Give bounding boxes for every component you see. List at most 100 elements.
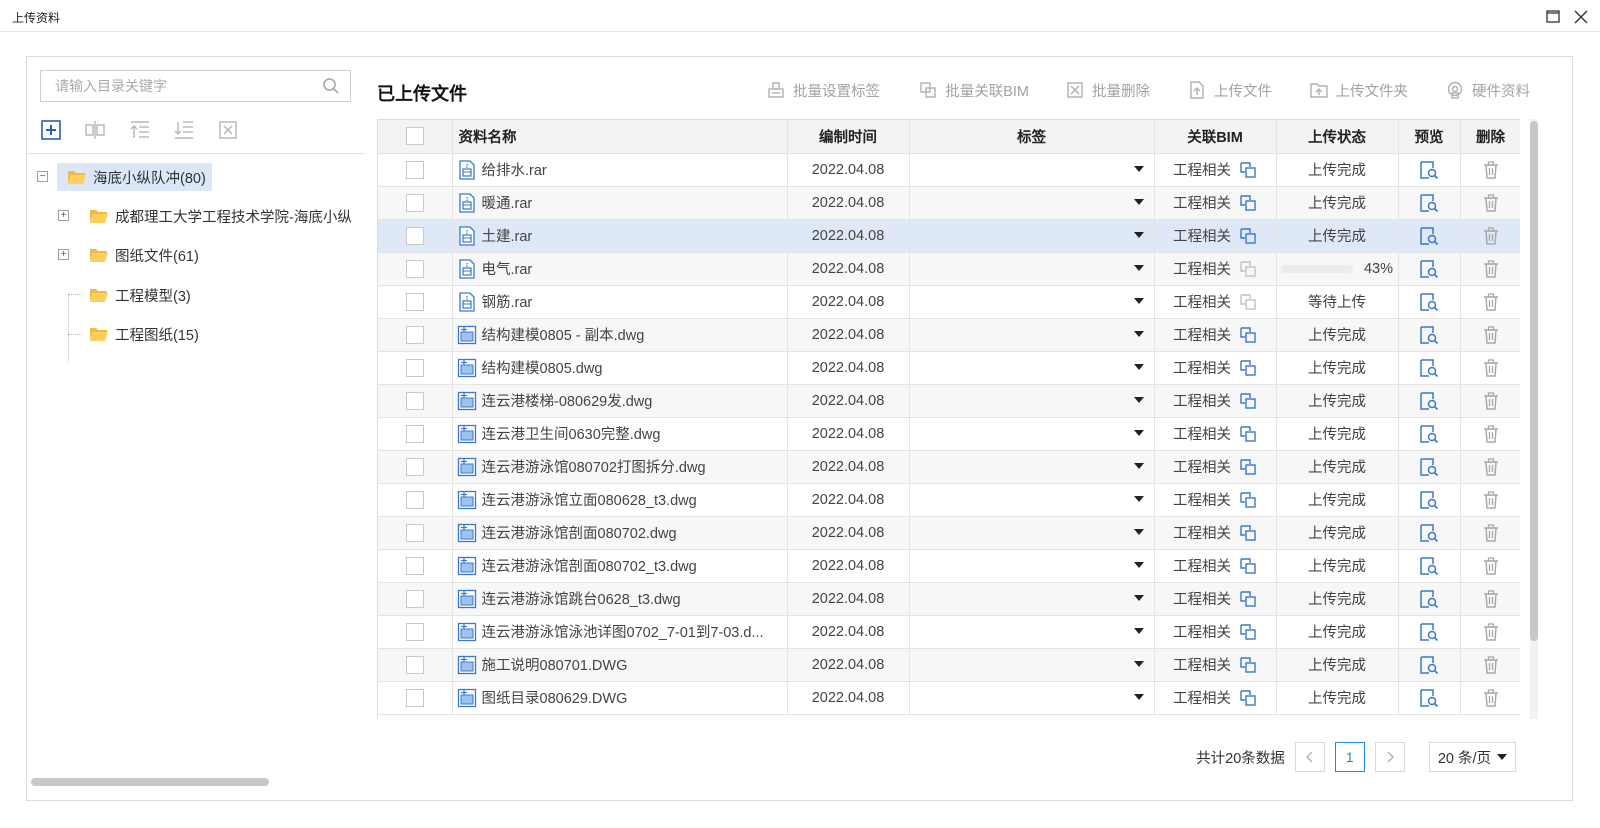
table-row[interactable]: 连云港游泳馆立面080628_t3.dwg 2022.04.08 工程相关 上传完成 (378, 483, 1520, 517)
caret-down-icon[interactable] (1133, 429, 1144, 436)
hardware-data-button[interactable]: 硬件资料 (1446, 77, 1530, 103)
trash-icon[interactable] (1481, 688, 1501, 708)
table-row[interactable]: 图纸目录080629.DWG 2022.04.08 工程相关 上传完成 (378, 681, 1520, 715)
tag-select[interactable] (909, 483, 1155, 517)
row-checkbox[interactable] (405, 391, 424, 410)
rename-icon[interactable] (84, 119, 106, 141)
tag-select[interactable] (909, 582, 1155, 616)
column-header-bim[interactable]: 关联BIM (1154, 120, 1277, 154)
table-row[interactable]: 电气.rar 2022.04.08 工程相关 43% (378, 252, 1520, 286)
trash-icon[interactable] (1481, 160, 1501, 180)
tag-select[interactable] (909, 648, 1155, 682)
tree-node-root[interactable]: 海底小纵队冲(80) (57, 163, 212, 191)
table-row[interactable]: 连云港楼梯-080629发.dwg 2022.04.08 工程相关 上传完成 (378, 384, 1520, 418)
link-bim-icon[interactable] (1239, 161, 1257, 179)
preview-icon[interactable] (1419, 589, 1439, 609)
table-row[interactable]: 钢筋.rar 2022.04.08 工程相关 等待上传 (378, 285, 1520, 319)
preview-icon[interactable] (1419, 160, 1439, 180)
trash-icon[interactable] (1481, 391, 1501, 411)
page-size-select[interactable]: 20 条/页 (1428, 742, 1516, 772)
caret-down-icon[interactable] (1133, 528, 1144, 535)
preview-icon[interactable] (1419, 655, 1439, 675)
tree-node-child[interactable]: 成都理工大学工程技术学院-海底小纵 (89, 202, 352, 230)
table-row[interactable]: 结构建模0805 - 副本.dwg 2022.04.08 工程相关 上传完成 (378, 318, 1520, 352)
batch-delete-button[interactable]: 批量删除 (1066, 77, 1150, 103)
tag-select[interactable] (909, 252, 1155, 286)
table-row[interactable]: 结构建模0805.dwg 2022.04.08 工程相关 上传完成 (378, 351, 1520, 385)
add-folder-icon[interactable] (40, 119, 62, 141)
preview-icon[interactable] (1419, 490, 1439, 510)
trash-icon[interactable] (1481, 622, 1501, 642)
batch-tag-button[interactable]: 批量设置标签 (767, 77, 880, 103)
link-bim-icon[interactable] (1239, 425, 1257, 443)
table-row[interactable]: 施工说明080701.DWG 2022.04.08 工程相关 上传完成 (378, 648, 1520, 682)
preview-icon[interactable] (1419, 556, 1439, 576)
row-checkbox[interactable] (405, 655, 424, 674)
preview-icon[interactable] (1419, 457, 1439, 477)
preview-icon[interactable] (1419, 622, 1439, 642)
trash-icon[interactable] (1481, 457, 1501, 477)
caret-down-icon[interactable] (1133, 165, 1144, 172)
link-bim-icon[interactable] (1239, 260, 1257, 278)
caret-down-icon[interactable] (1133, 561, 1144, 568)
upload-folder-button[interactable]: 上传文件夹 (1309, 77, 1408, 103)
row-checkbox[interactable] (405, 523, 424, 542)
tag-select[interactable] (909, 186, 1155, 220)
caret-down-icon[interactable] (1133, 231, 1144, 238)
tag-select[interactable] (909, 516, 1155, 550)
directory-search-input[interactable] (41, 71, 311, 101)
trash-icon[interactable] (1481, 325, 1501, 345)
link-bim-icon[interactable] (1239, 227, 1257, 245)
row-checkbox[interactable] (405, 556, 424, 575)
trash-icon[interactable] (1481, 556, 1501, 576)
link-bim-icon[interactable] (1239, 458, 1257, 476)
close-icon[interactable] (1570, 6, 1592, 28)
column-header-delete[interactable]: 删除 (1460, 120, 1520, 154)
column-header-tag[interactable]: 标签 (909, 120, 1155, 154)
preview-icon[interactable] (1419, 424, 1439, 444)
preview-icon[interactable] (1419, 226, 1439, 246)
row-checkbox[interactable] (405, 688, 424, 707)
table-row[interactable]: 土建.rar 2022.04.08 工程相关 上传完成 (378, 219, 1520, 253)
row-checkbox[interactable] (405, 589, 424, 608)
select-all-checkbox[interactable] (405, 127, 424, 146)
tag-select[interactable] (909, 549, 1155, 583)
table-row[interactable]: 连云港卫生间0630完整.dwg 2022.04.08 工程相关 上传完成 (378, 417, 1520, 451)
trash-icon[interactable] (1481, 226, 1501, 246)
table-row[interactable]: 连云港游泳馆跳台0628_t3.dwg 2022.04.08 工程相关 上传完成 (378, 582, 1520, 616)
horizontal-scrollbar[interactable] (31, 778, 269, 786)
trash-icon[interactable] (1481, 490, 1501, 510)
next-page-button[interactable] (1374, 742, 1405, 772)
row-checkbox[interactable] (405, 160, 424, 179)
trash-icon[interactable] (1481, 358, 1501, 378)
row-checkbox[interactable] (405, 292, 424, 311)
table-row[interactable]: 暖通.rar 2022.04.08 工程相关 上传完成 (378, 186, 1520, 220)
tag-select[interactable] (909, 285, 1155, 319)
caret-down-icon[interactable] (1133, 495, 1144, 502)
trash-icon[interactable] (1481, 655, 1501, 675)
column-header-status[interactable]: 上传状态 (1276, 120, 1399, 154)
trash-icon[interactable] (1481, 424, 1501, 444)
tag-select[interactable] (909, 450, 1155, 484)
caret-down-icon[interactable] (1133, 693, 1144, 700)
move-down-icon[interactable] (173, 119, 195, 141)
upload-file-button[interactable]: 上传文件 (1188, 77, 1272, 103)
link-bim-icon[interactable] (1239, 656, 1257, 674)
caret-down-icon[interactable] (1133, 297, 1144, 304)
tag-select[interactable] (909, 417, 1155, 451)
tag-select[interactable] (909, 615, 1155, 649)
tag-select[interactable] (909, 318, 1155, 352)
link-bim-icon[interactable] (1239, 392, 1257, 410)
link-bim-icon[interactable] (1239, 491, 1257, 509)
row-checkbox[interactable] (405, 259, 424, 278)
table-row[interactable]: 连云港游泳馆剖面080702_t3.dwg 2022.04.08 工程相关 上传完成 (378, 549, 1520, 583)
table-row[interactable]: 给排水.rar 2022.04.08 工程相关 上传完成 (378, 153, 1520, 187)
row-checkbox[interactable] (405, 457, 424, 476)
trash-icon[interactable] (1481, 292, 1501, 312)
delete-folder-icon[interactable] (217, 119, 239, 141)
tag-select[interactable] (909, 219, 1155, 253)
row-checkbox[interactable] (405, 325, 424, 344)
row-checkbox[interactable] (405, 424, 424, 443)
table-row[interactable]: 连云港游泳馆泳池详图0702_7-01到7-03.d... 2022.04.08 工… (378, 615, 1520, 649)
batch-bim-button[interactable]: 批量关联BIM (919, 77, 1029, 103)
